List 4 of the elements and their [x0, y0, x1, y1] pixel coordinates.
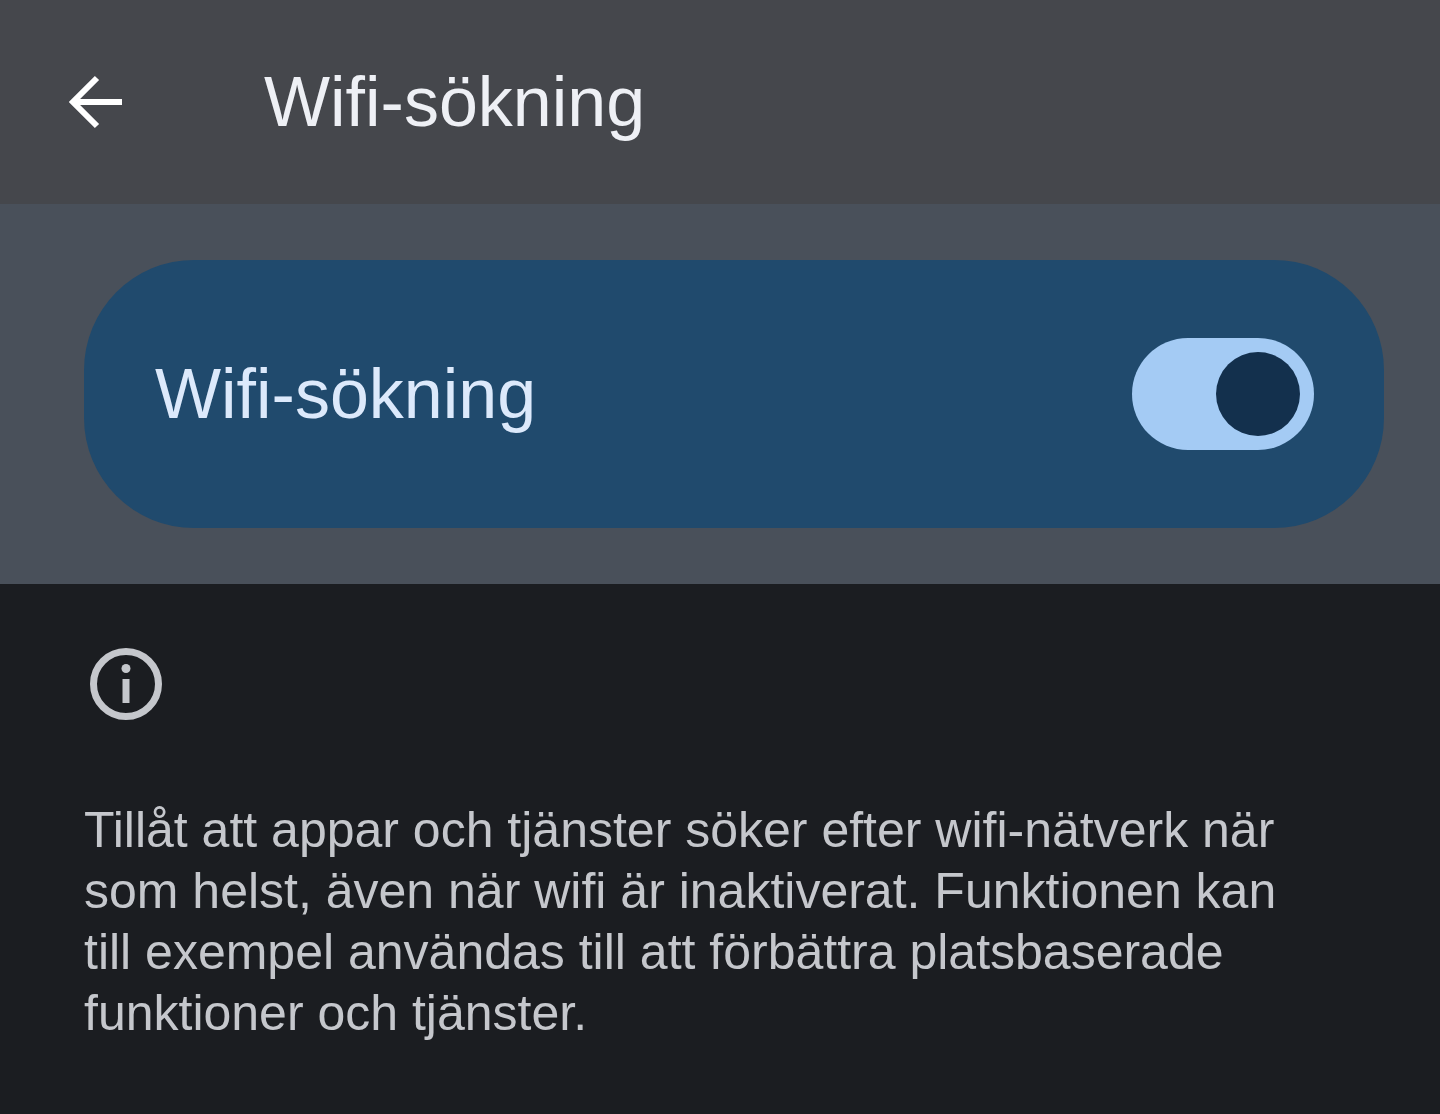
- info-icon: [90, 648, 162, 720]
- description-text: Tillåt att appar och tjänster söker efter wifi-nätverk när som helst, även när wifi är inaktiverat. Funktionen kan till exempel användas till att förbättra platsbaserade funktioner och tjänster.: [84, 801, 1278, 1043]
- back-arrow-icon: [68, 75, 124, 129]
- switch-card[interactable]: Wifi-sökning: [84, 260, 1384, 528]
